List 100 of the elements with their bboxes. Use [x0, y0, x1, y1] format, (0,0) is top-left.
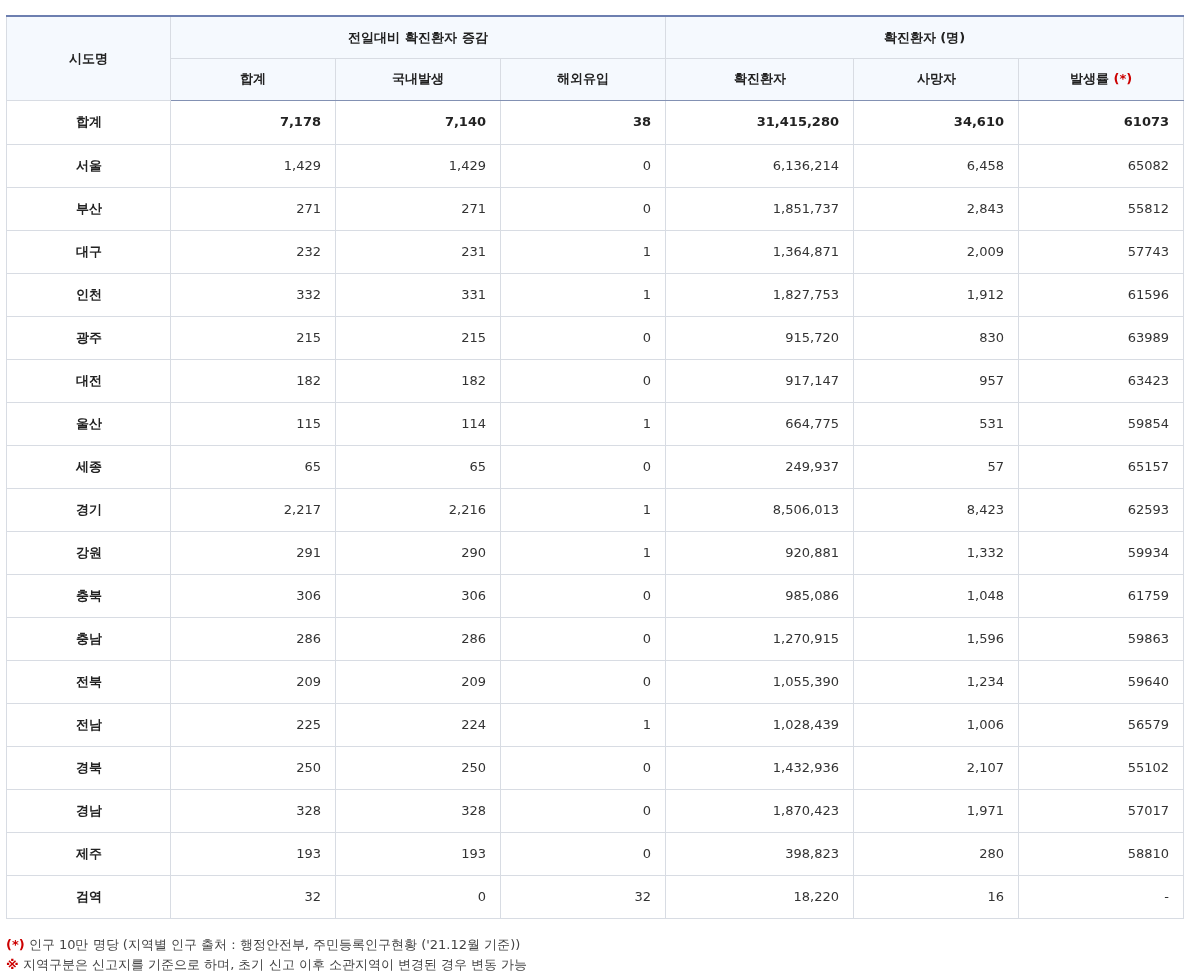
table-cell: 0: [500, 144, 666, 187]
region-name: 대구: [6, 230, 171, 273]
table-cell: 1,429: [335, 144, 501, 187]
table-cell: 1: [500, 230, 666, 273]
table-cell: 59640: [1018, 660, 1184, 703]
table-cell: 182: [170, 359, 336, 402]
region-name: 충남: [6, 617, 171, 660]
table-cell: 328: [335, 789, 501, 832]
table-cell: 6,458: [853, 144, 1019, 187]
table-cell: 193: [335, 832, 501, 875]
table-cell: 63989: [1018, 316, 1184, 359]
table-cell: 985,086: [665, 574, 854, 617]
table-cell: 0: [500, 574, 666, 617]
table-cell: 531: [853, 402, 1019, 445]
table-cell: 2,216: [335, 488, 501, 531]
table-cell: 232: [170, 230, 336, 273]
table-cell: 1,332: [853, 531, 1019, 574]
table-cell: 215: [170, 316, 336, 359]
table-cell: 1: [500, 531, 666, 574]
region-name: 울산: [6, 402, 171, 445]
table-cell: 1: [500, 488, 666, 531]
table-cell: 957: [853, 359, 1019, 402]
footnote: ※ 지역구분은 신고지를 기준으로 하며, 초기 신고 이후 소관지역이 변경된 경우 변동 가능: [6, 955, 529, 974]
footnote: (*) 인구 10만 명당 (지역별 인구 출처 : 행정안전부, 주민등록인구현황 ('21.12월 기준)): [6, 935, 522, 954]
table-cell: 1,971: [853, 789, 1019, 832]
region-name: 인천: [6, 273, 171, 316]
region-name: 충북: [6, 574, 171, 617]
table-cell: 920,881: [665, 531, 854, 574]
table-cell: 306: [335, 574, 501, 617]
table-cell: 1,827,753: [665, 273, 854, 316]
table-cell: 332: [170, 273, 336, 316]
table-cell: 398,823: [665, 832, 854, 875]
table-cell: 1: [500, 402, 666, 445]
table-cell: 59934: [1018, 531, 1184, 574]
region-name: 검역: [6, 875, 171, 918]
table-cell: 1,912: [853, 273, 1019, 316]
table-cell: 1,851,737: [665, 187, 854, 230]
table-cell: 0: [500, 359, 666, 402]
table-cell: 280: [853, 832, 1019, 875]
region-name: 대전: [6, 359, 171, 402]
table-cell: 32: [500, 875, 666, 918]
table-cell: 182: [335, 359, 501, 402]
table-cell: 291: [170, 531, 336, 574]
table-cell: 62593: [1018, 488, 1184, 531]
table-cell: 225: [170, 703, 336, 746]
table-cell: -: [1018, 875, 1184, 918]
total-label: 합계: [6, 100, 171, 144]
column-header: 합계: [170, 58, 336, 100]
table-cell: 1,429: [170, 144, 336, 187]
table-cell: 18,220: [665, 875, 854, 918]
column-header: 사망자: [853, 58, 1019, 100]
table-cell: 114: [335, 402, 501, 445]
table-cell: 271: [335, 187, 501, 230]
table-cell: 8,423: [853, 488, 1019, 531]
table-cell: 1: [500, 273, 666, 316]
table-cell: 209: [335, 660, 501, 703]
table-cell: 231: [335, 230, 501, 273]
table-cell: 915,720: [665, 316, 854, 359]
table-cell: 32: [170, 875, 336, 918]
table-cell: 0: [500, 445, 666, 488]
table-cell: 1,048: [853, 574, 1019, 617]
table-cell: 1,270,915: [665, 617, 854, 660]
table-cell: 61759: [1018, 574, 1184, 617]
table-cell: 2,217: [170, 488, 336, 531]
region-name: 서울: [6, 144, 171, 187]
table-cell: 1,596: [853, 617, 1019, 660]
table-cell: 331: [335, 273, 501, 316]
table-cell: 56579: [1018, 703, 1184, 746]
table-cell: 16: [853, 875, 1019, 918]
table-cell: 306: [170, 574, 336, 617]
column-header: 발생률 (*): [1018, 58, 1184, 100]
table-cell: 250: [335, 746, 501, 789]
table-cell: 61596: [1018, 273, 1184, 316]
table-cell: 1,870,423: [665, 789, 854, 832]
table-cell: 2,843: [853, 187, 1019, 230]
table-cell: 1,432,936: [665, 746, 854, 789]
region-name: 제주: [6, 832, 171, 875]
table-cell: 1,055,390: [665, 660, 854, 703]
region-name: 강원: [6, 531, 171, 574]
table-cell: 57017: [1018, 789, 1184, 832]
table-cell: 58810: [1018, 832, 1184, 875]
region-name: 부산: [6, 187, 171, 230]
table-cell: 193: [170, 832, 336, 875]
table-cell: 0: [500, 617, 666, 660]
table-cell: 830: [853, 316, 1019, 359]
table-cell: 0: [335, 875, 501, 918]
table-cell: 0: [500, 660, 666, 703]
table-cell: 59863: [1018, 617, 1184, 660]
table-cell: 57743: [1018, 230, 1184, 273]
table-cell: 286: [335, 617, 501, 660]
region-name: 경북: [6, 746, 171, 789]
table-cell: 328: [170, 789, 336, 832]
table-cell: 65: [335, 445, 501, 488]
table-cell: 65: [170, 445, 336, 488]
table-cell: 1,006: [853, 703, 1019, 746]
table-cell: 0: [500, 746, 666, 789]
table-cell: 1,364,871: [665, 230, 854, 273]
table-cell: 1,234: [853, 660, 1019, 703]
table-cell: 55812: [1018, 187, 1184, 230]
column-header: 국내발생: [335, 58, 501, 100]
